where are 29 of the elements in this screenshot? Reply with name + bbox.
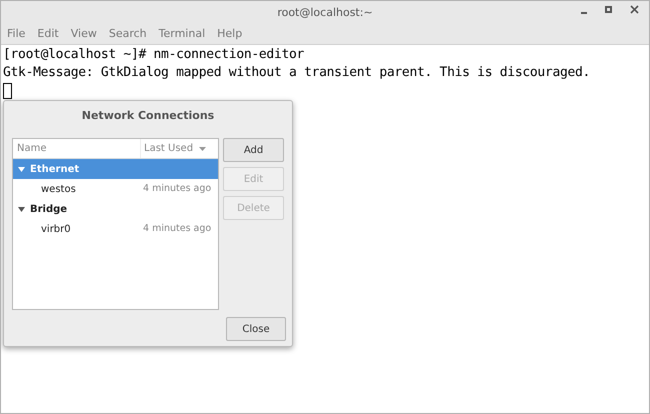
connection-name: westos [40,182,77,196]
expander-icon[interactable] [18,206,25,212]
connection-row[interactable]: westos 4 minutes ago [13,179,218,199]
terminal-line: Gtk-Message: GtkDialog mapped without a transient parent. This is discouraged. [3,64,590,82]
menu-item[interactable]: Search [108,26,147,43]
column-header[interactable]: Last Used [140,139,218,158]
group-row[interactable]: Bridge [13,199,218,219]
minimize-icon[interactable] [581,12,587,14]
connection-name: virbr0 [40,222,72,236]
window-title: root@localhost:~ [277,4,373,21]
close-icon[interactable] [630,5,639,14]
menu-item[interactable]: File [7,26,26,43]
menu-item[interactable]: Edit [37,26,59,43]
dialog-title: Network Connections [82,108,214,124]
terminal-cursor [3,83,12,99]
sort-caret-icon [199,146,206,150]
terminal-line: [root@localhost ~]# nm-connection-editor [3,46,304,64]
menu-item[interactable]: Help [217,26,242,43]
last-used: 4 minutes ago [142,222,212,236]
expander-icon[interactable] [18,166,25,172]
dialog-button[interactable]: Add [223,138,284,162]
maximize-icon[interactable] [605,6,612,13]
close-button[interactable]: Close [226,317,286,341]
menu-item[interactable]: View [70,26,97,43]
group-row[interactable]: Ethernet [13,159,218,179]
connection-row[interactable]: virbr0 4 minutes ago [13,219,218,239]
menu-item[interactable]: Terminal [158,26,206,43]
column-header[interactable]: Name [13,141,140,156]
last-used: 4 minutes ago [142,182,212,196]
